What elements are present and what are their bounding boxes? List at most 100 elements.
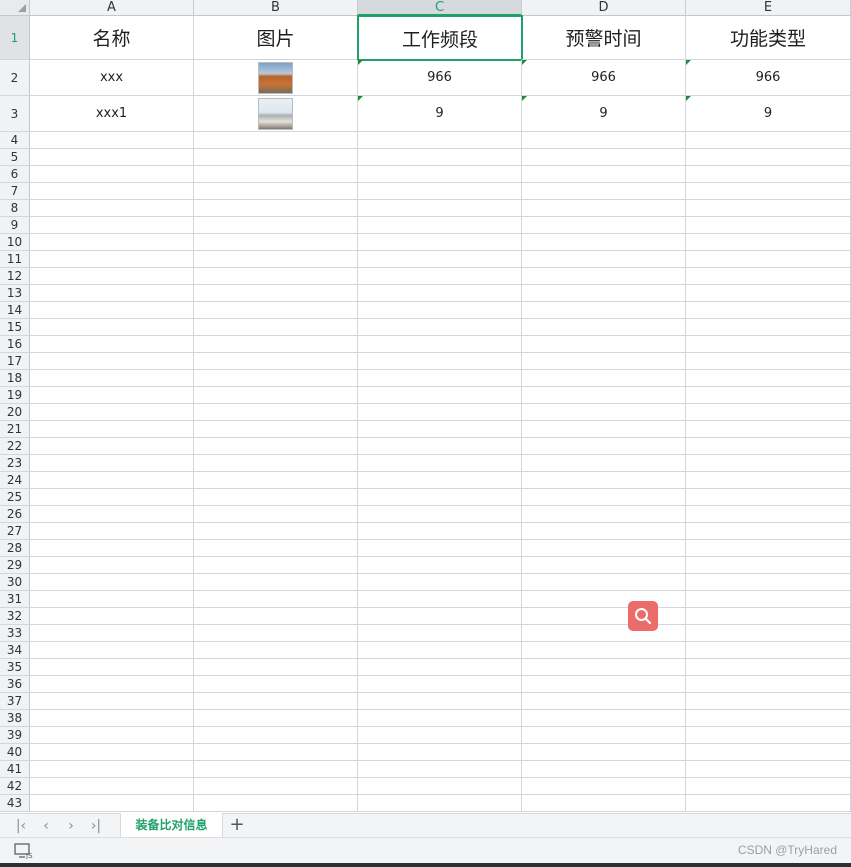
empty-cell[interactable] [686, 336, 851, 353]
empty-cell[interactable] [686, 744, 851, 761]
empty-cell[interactable] [686, 285, 851, 302]
empty-cell[interactable] [30, 795, 194, 812]
empty-cell[interactable] [522, 234, 686, 251]
cell-a3[interactable]: xxx1 [30, 96, 194, 132]
empty-cell[interactable] [194, 438, 358, 455]
empty-cell[interactable] [686, 795, 851, 812]
cell-b3[interactable] [194, 96, 358, 132]
empty-cell[interactable] [686, 149, 851, 166]
column-header-a[interactable]: A [30, 0, 194, 16]
empty-cell[interactable] [686, 132, 851, 149]
row-header[interactable]: 26 [0, 506, 30, 523]
empty-cell[interactable] [686, 234, 851, 251]
empty-cell[interactable] [194, 710, 358, 727]
empty-cell[interactable] [686, 608, 851, 625]
empty-cell[interactable] [358, 149, 522, 166]
row-header[interactable]: 30 [0, 574, 30, 591]
add-sheet-button[interactable]: + [228, 816, 246, 834]
column-header-b[interactable]: B [194, 0, 358, 16]
empty-cell[interactable] [522, 353, 686, 370]
empty-cell[interactable] [686, 200, 851, 217]
empty-cell[interactable] [686, 710, 851, 727]
empty-cell[interactable] [358, 166, 522, 183]
empty-cell[interactable] [30, 166, 194, 183]
empty-cell[interactable] [30, 302, 194, 319]
empty-cell[interactable] [358, 795, 522, 812]
row-header[interactable]: 21 [0, 421, 30, 438]
empty-cell[interactable] [30, 761, 194, 778]
empty-cell[interactable] [358, 251, 522, 268]
row-header[interactable]: 35 [0, 659, 30, 676]
empty-cell[interactable] [194, 761, 358, 778]
empty-cell[interactable] [30, 710, 194, 727]
empty-cell[interactable] [358, 234, 522, 251]
empty-cell[interactable] [522, 404, 686, 421]
empty-cell[interactable] [30, 251, 194, 268]
empty-cell[interactable] [194, 625, 358, 642]
empty-cell[interactable] [522, 472, 686, 489]
row-header[interactable]: 39 [0, 727, 30, 744]
empty-cell[interactable] [686, 387, 851, 404]
empty-cell[interactable] [522, 455, 686, 472]
empty-cell[interactable] [686, 625, 851, 642]
column-header-c[interactable]: C [358, 0, 522, 16]
empty-cell[interactable] [522, 268, 686, 285]
empty-cell[interactable] [358, 472, 522, 489]
cell-e2[interactable]: 966 [686, 60, 851, 96]
empty-cell[interactable] [30, 319, 194, 336]
empty-cell[interactable] [194, 744, 358, 761]
empty-cell[interactable] [358, 268, 522, 285]
empty-cell[interactable] [30, 574, 194, 591]
empty-cell[interactable] [194, 489, 358, 506]
empty-cell[interactable] [194, 506, 358, 523]
empty-cell[interactable] [686, 217, 851, 234]
row-header[interactable]: 10 [0, 234, 30, 251]
empty-cell[interactable] [522, 676, 686, 693]
empty-cell[interactable] [686, 778, 851, 795]
empty-cell[interactable] [30, 183, 194, 200]
empty-cell[interactable] [194, 727, 358, 744]
empty-cell[interactable] [358, 625, 522, 642]
empty-cell[interactable] [686, 574, 851, 591]
empty-cell[interactable] [522, 438, 686, 455]
cell-a1[interactable]: 名称 [30, 16, 194, 60]
cell-e1[interactable]: 功能类型 [686, 16, 851, 60]
empty-cell[interactable] [194, 370, 358, 387]
empty-cell[interactable] [358, 778, 522, 795]
empty-cell[interactable] [522, 489, 686, 506]
empty-cell[interactable] [358, 761, 522, 778]
empty-cell[interactable] [194, 149, 358, 166]
empty-cell[interactable] [686, 523, 851, 540]
empty-cell[interactable] [30, 149, 194, 166]
empty-cell[interactable] [30, 523, 194, 540]
empty-cell[interactable] [686, 268, 851, 285]
empty-cell[interactable] [30, 659, 194, 676]
empty-cell[interactable] [30, 540, 194, 557]
empty-cell[interactable] [194, 336, 358, 353]
empty-cell[interactable] [358, 132, 522, 149]
empty-cell[interactable] [194, 183, 358, 200]
row-header[interactable]: 28 [0, 540, 30, 557]
empty-cell[interactable] [686, 506, 851, 523]
empty-cell[interactable] [522, 421, 686, 438]
empty-cell[interactable] [194, 319, 358, 336]
empty-cell[interactable] [30, 727, 194, 744]
empty-cell[interactable] [358, 557, 522, 574]
empty-cell[interactable] [30, 744, 194, 761]
cell-c1-active[interactable]: 工作频段 [357, 15, 523, 61]
empty-cell[interactable] [358, 455, 522, 472]
cell-c2[interactable]: 966 [358, 60, 522, 96]
empty-cell[interactable] [358, 370, 522, 387]
empty-cell[interactable] [30, 404, 194, 421]
next-sheet-icon[interactable]: › [62, 818, 80, 834]
row-header[interactable]: 8 [0, 200, 30, 217]
row-header[interactable]: 4 [0, 132, 30, 149]
row-header[interactable]: 22 [0, 438, 30, 455]
empty-cell[interactable] [522, 727, 686, 744]
empty-cell[interactable] [686, 761, 851, 778]
empty-cell[interactable] [30, 285, 194, 302]
empty-cell[interactable] [686, 489, 851, 506]
empty-cell[interactable] [522, 217, 686, 234]
empty-cell[interactable] [194, 574, 358, 591]
empty-cell[interactable] [522, 132, 686, 149]
